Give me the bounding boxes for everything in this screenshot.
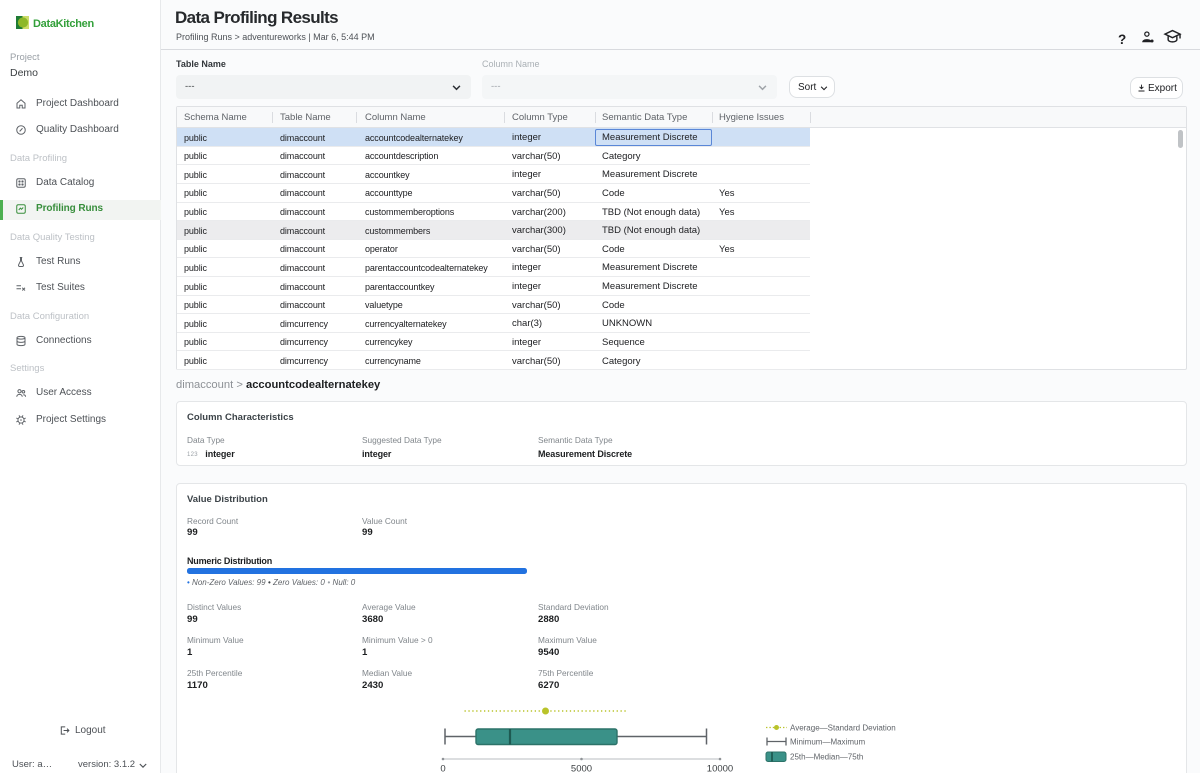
svg-text:25th—Median—75th: 25th—Median—75th (790, 752, 863, 761)
svg-text:5000: 5000 (571, 764, 592, 773)
svg-text:0: 0 (440, 764, 445, 773)
svg-text:Minimum—Maximum: Minimum—Maximum (790, 737, 865, 746)
svg-text:Average—Standard Deviation: Average—Standard Deviation (790, 723, 896, 732)
svg-text:10000: 10000 (707, 764, 733, 773)
